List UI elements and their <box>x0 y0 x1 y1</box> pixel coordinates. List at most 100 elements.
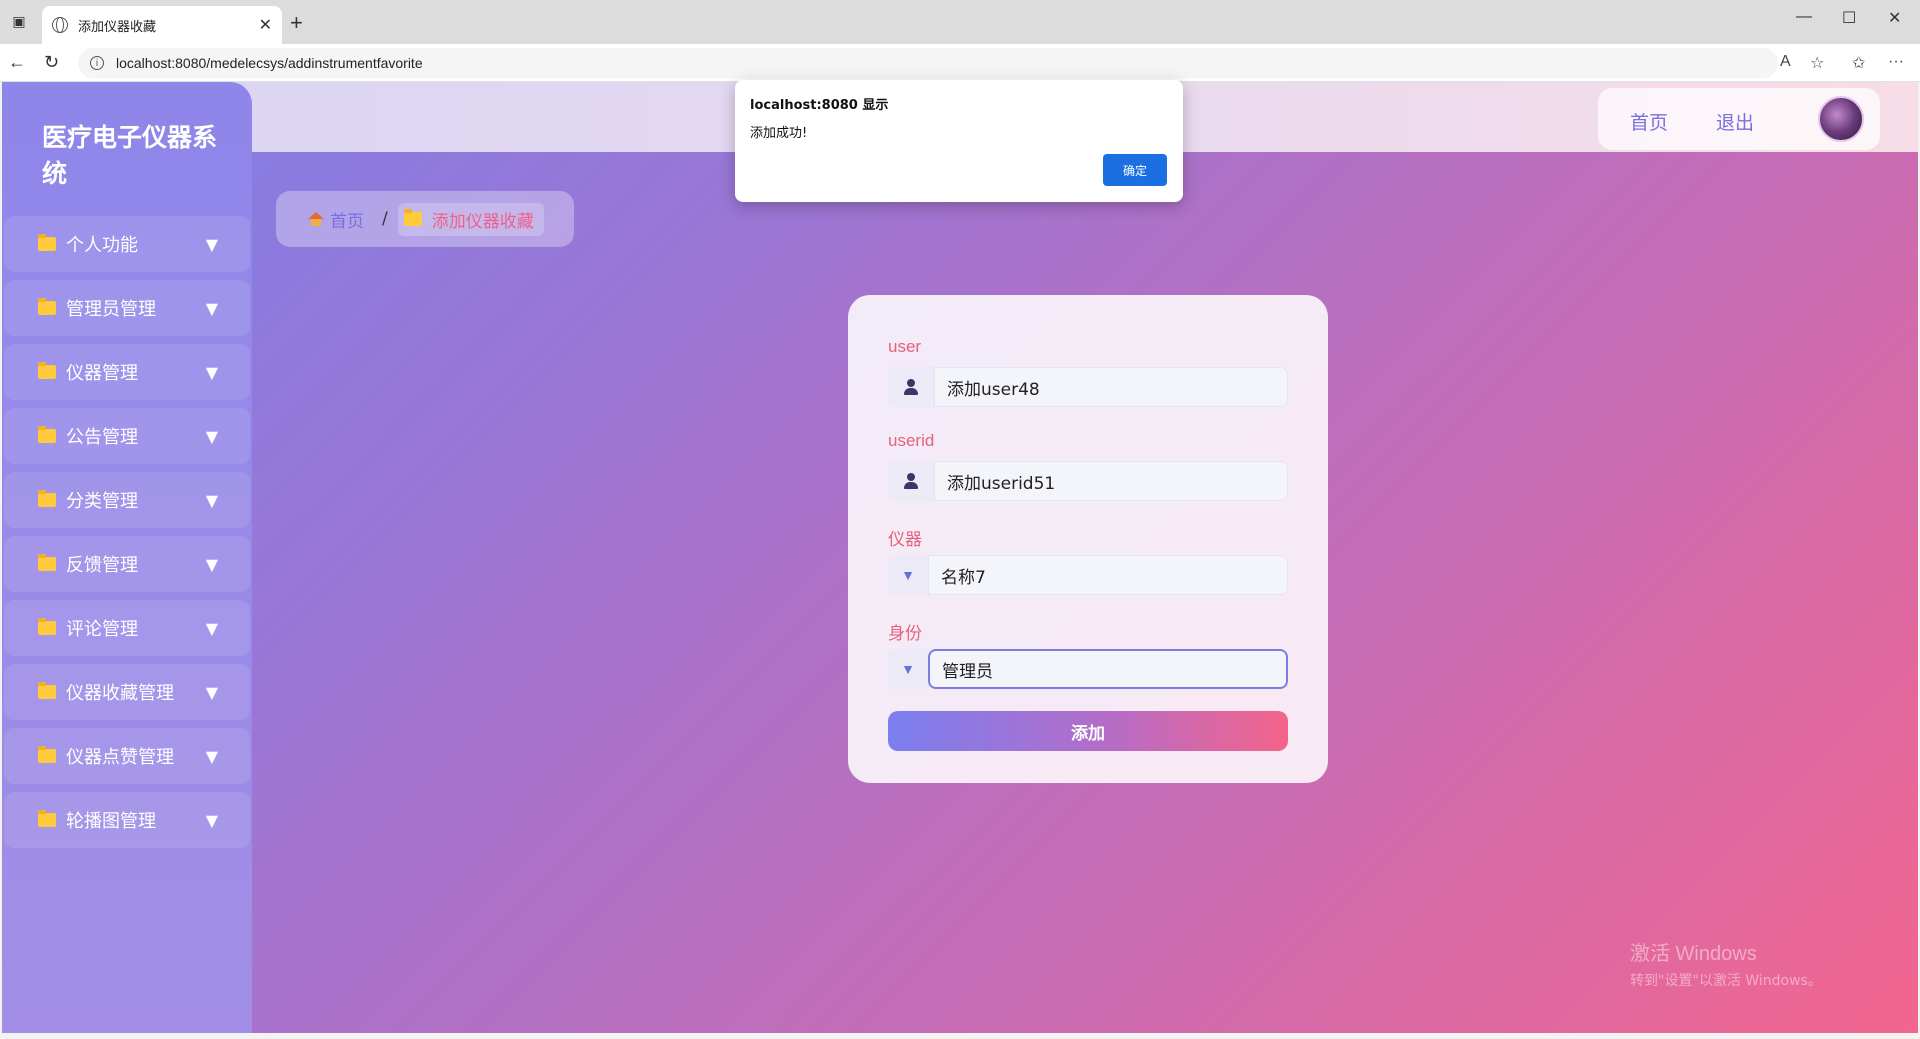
add-favorite-form: user 添加user48 userid 添加userid51 仪器 ▼ 名称7… <box>848 295 1328 783</box>
sidebar-item-label: 反馈管理 <box>66 555 138 576</box>
chevron-down-icon: ▼ <box>205 362 218 382</box>
watermark-subtitle: 转到"设置"以激活 Windows。 <box>1630 973 1822 989</box>
sidebar-item-label: 管理员管理 <box>66 299 156 320</box>
folder-icon <box>38 810 56 827</box>
dialog-message: 添加成功! <box>750 126 808 141</box>
url-field[interactable]: i localhost:8080/medelecsys/addinstrumen… <box>78 48 1778 78</box>
chevron-down-icon: ▼ <box>205 746 218 766</box>
read-aloud-icon[interactable]: A <box>1780 53 1791 71</box>
home-icon <box>308 212 324 226</box>
instrument-label: 仪器 <box>888 530 922 549</box>
role-label: 身份 <box>888 624 922 643</box>
folder-icon <box>38 490 56 507</box>
folder-icon <box>38 554 56 571</box>
watermark-title: 激活 Windows <box>1630 943 1757 965</box>
sidebar-item-notice[interactable]: 公告管理 ▼ <box>4 408 250 464</box>
more-icon[interactable]: ··· <box>1888 53 1904 71</box>
sidebar-item-label: 仪器收藏管理 <box>66 683 174 704</box>
url-text: localhost:8080/medelecsys/addinstrumentf… <box>116 55 423 71</box>
userid-input[interactable]: 添加userid51 <box>934 461 1288 501</box>
chevron-down-icon: ▼ <box>205 554 218 574</box>
sidebar-item-favorite[interactable]: 仪器收藏管理 ▼ <box>4 664 250 720</box>
brand-title: 医疗电子仪器系统 <box>42 123 218 188</box>
breadcrumb-home-label: 首页 <box>330 211 364 232</box>
header-logout-link[interactable]: 退出 <box>1716 108 1754 135</box>
sidebar-item-admin[interactable]: 管理员管理 ▼ <box>4 280 250 336</box>
avatar[interactable] <box>1818 96 1864 142</box>
breadcrumb-home[interactable]: 首页 <box>308 207 364 232</box>
role-field: ▼ 管理员 <box>888 649 1288 689</box>
chevron-down-icon: ▼ <box>205 618 218 638</box>
breadcrumb-current-label: 添加仪器收藏 <box>431 211 534 232</box>
sidebar: 医疗电子仪器系统 个人功能 ▼ 管理员管理 ▼ 仪器管理 ▼ 公告管理 ▼ 分类… <box>2 82 252 1033</box>
dialog-ok-button[interactable]: 确定 <box>1103 154 1167 186</box>
user-panel: 首页 退出 <box>1598 88 1880 150</box>
header-home-link[interactable]: 首页 <box>1630 108 1668 135</box>
dialog-title: localhost:8080 显示 <box>750 98 889 113</box>
sidebar-item-label: 仪器管理 <box>66 363 138 384</box>
folder-icon <box>38 682 56 699</box>
folder-icon <box>38 618 56 635</box>
chevron-down-icon: ▼ <box>888 555 928 595</box>
favorites-icon[interactable]: ✩ <box>1852 53 1865 73</box>
chevron-down-icon: ▼ <box>205 810 218 830</box>
add-button[interactable]: 添加 <box>888 711 1288 751</box>
info-icon[interactable]: i <box>90 56 104 70</box>
sidebar-item-personal[interactable]: 个人功能 ▼ <box>4 216 250 272</box>
userid-field: 添加userid51 <box>888 461 1288 501</box>
role-select[interactable]: 管理员 <box>928 649 1288 689</box>
browser-tab-bar: ▣ 添加仪器收藏 ✕ + — ☐ ✕ <box>0 0 1920 44</box>
sidebar-item-carousel[interactable]: 轮播图管理 ▼ <box>4 792 250 848</box>
user-icon <box>904 473 918 489</box>
minimize-icon[interactable]: — <box>1796 8 1812 26</box>
instrument-field: ▼ 名称7 <box>888 555 1288 595</box>
alert-dialog: localhost:8080 显示 添加成功! 确定 <box>735 80 1183 202</box>
sidebar-toggle-icon[interactable]: ▣ <box>8 10 30 32</box>
sidebar-item-label: 分类管理 <box>66 491 138 512</box>
chevron-down-icon: ▼ <box>205 682 218 702</box>
chevron-down-icon: ▼ <box>205 234 218 254</box>
favorite-star-icon[interactable]: ☆ <box>1810 53 1824 73</box>
new-tab-icon[interactable]: + <box>290 10 303 36</box>
userid-label: userid <box>888 431 935 450</box>
breadcrumb-current: 添加仪器收藏 <box>397 202 544 236</box>
close-icon[interactable]: ✕ <box>259 15 272 35</box>
tab-title: 添加仪器收藏 <box>78 19 157 35</box>
maximize-icon[interactable]: ☐ <box>1842 8 1856 28</box>
sidebar-item-label: 公告管理 <box>66 427 138 448</box>
user-input[interactable]: 添加user48 <box>934 367 1288 407</box>
user-label: user <box>888 337 922 356</box>
chevron-down-icon: ▼ <box>205 298 218 318</box>
back-icon[interactable]: ← <box>8 52 26 73</box>
sidebar-item-label: 个人功能 <box>66 235 138 256</box>
userid-prefix <box>888 461 934 501</box>
breadcrumb: 首页 / 添加仪器收藏 <box>276 191 574 247</box>
sidebar-item-instrument[interactable]: 仪器管理 ▼ <box>4 344 250 400</box>
windows-activation-watermark: 激活 Windows 转到"设置"以激活 Windows。 <box>1630 937 1822 990</box>
browser-tab[interactable]: 添加仪器收藏 ✕ <box>42 6 282 44</box>
folder-icon <box>38 362 56 379</box>
user-icon <box>904 379 918 395</box>
folder-icon <box>38 426 56 443</box>
sidebar-item-label: 仪器点赞管理 <box>66 747 174 768</box>
breadcrumb-separator: / <box>382 209 388 229</box>
sidebar-item-label: 轮播图管理 <box>66 811 156 832</box>
address-bar: ← ↻ i localhost:8080/medelecsys/addinstr… <box>0 44 1920 82</box>
folder-icon <box>38 746 56 763</box>
instrument-select[interactable]: 名称7 <box>928 555 1288 595</box>
page-viewport: 首页 退出 医疗电子仪器系统 个人功能 ▼ 管理员管理 ▼ 仪器管理 ▼ 公告管… <box>2 82 1918 1033</box>
window-close-icon[interactable]: ✕ <box>1888 8 1901 28</box>
chevron-down-icon: ▼ <box>888 649 928 689</box>
sidebar-item-like[interactable]: 仪器点赞管理 ▼ <box>4 728 250 784</box>
sidebar-item-category[interactable]: 分类管理 ▼ <box>4 472 250 528</box>
user-prefix <box>888 367 934 407</box>
chevron-down-icon: ▼ <box>205 426 218 446</box>
folder-icon <box>38 298 56 315</box>
refresh-icon[interactable]: ↻ <box>44 52 59 73</box>
folder-icon <box>403 209 422 226</box>
folder-icon <box>38 234 56 251</box>
sidebar-item-label: 评论管理 <box>66 619 138 640</box>
sidebar-item-comment[interactable]: 评论管理 ▼ <box>4 600 250 656</box>
chevron-down-icon: ▼ <box>205 490 218 510</box>
sidebar-item-feedback[interactable]: 反馈管理 ▼ <box>4 536 250 592</box>
